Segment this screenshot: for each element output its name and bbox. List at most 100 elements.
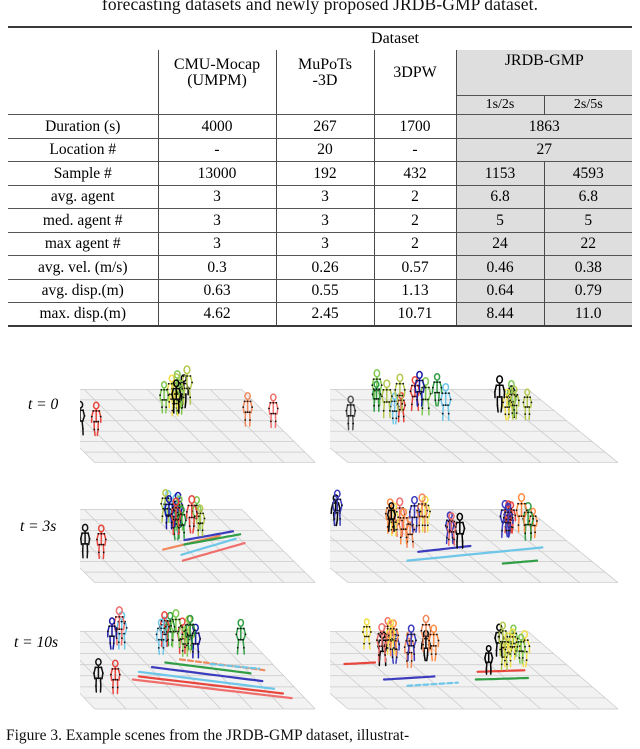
motion-trail — [343, 661, 377, 666]
row-label-4: med. agent # — [8, 208, 158, 232]
scene-svg — [80, 606, 316, 710]
figure-3-example-scenes: t = 0 t = 3s t = 10s — [0, 346, 640, 722]
group-header-dataset: Dataset — [158, 26, 633, 50]
row-label-7: avg. disp.(m) — [8, 278, 158, 303]
cell-jrdb-2s5s-7: 0.79 — [544, 278, 633, 303]
scene-svg — [330, 369, 619, 463]
time-label-t3s: t = 3s — [20, 518, 57, 535]
col-header-jrdb-gmp: JRDB-GMP — [456, 50, 633, 96]
cell-3dpw-1: - — [374, 137, 457, 162]
col-header-mupots-line2: -3D — [312, 71, 338, 89]
cell-cmu-6: 0.3 — [157, 255, 277, 279]
scene-svg — [330, 614, 619, 710]
table-row: Location # -20-27 — [8, 137, 633, 162]
cell-mupots-0: 267 — [276, 114, 375, 138]
col-header-cmu-mocap: CMU-Mocap (UMPM) — [157, 50, 277, 96]
col-header-cmu-line2: (UMPM) — [187, 71, 247, 89]
cell-mupots-8: 2.45 — [276, 302, 375, 327]
cell-cmu-4: 3 — [157, 208, 277, 232]
page-root: forecasting datasets and newly proposed … — [0, 0, 640, 749]
cell-jrdb-1s2s-2: 1153 — [456, 161, 545, 185]
cell-mupots-2: 192 — [276, 161, 375, 185]
table-column-header-row: CMU-Mocap (UMPM) MuPoTs -3D 3DPW JRDB-GM… — [8, 50, 633, 96]
col-header-mupots: MuPoTs -3D — [276, 50, 375, 96]
table-row: med. agent #3 3 2 5 5 — [8, 208, 633, 232]
time-label-t0: t = 0 — [28, 396, 59, 413]
cell-jrdb-2s5s-2: 4593 — [544, 161, 633, 185]
empty-corner-cell-2 — [8, 50, 158, 96]
cell-cmu-1: - — [157, 137, 277, 162]
cell-3dpw-6: 0.57 — [374, 255, 457, 279]
scene-svg — [80, 489, 316, 583]
table-group-header-row: Dataset — [8, 26, 633, 50]
row-label-2: Sample # — [8, 161, 158, 185]
scene-panel-t10s-left — [80, 594, 325, 719]
scene-panel-t10s-right — [330, 594, 630, 719]
cell-cmu-0: 4000 — [157, 114, 277, 138]
cell-jrdb-merged-1: 27 — [456, 137, 633, 162]
subheader-jrdb-1s2s: 1s/2s — [456, 95, 545, 115]
table-subheader-row: 1s/2s 2s/5s — [8, 95, 633, 115]
cell-jrdb-1s2s-5: 24 — [456, 231, 545, 256]
table-row: avg. agent 3 3 2 6.8 6.8 — [8, 184, 633, 209]
cell-cmu-8: 4.62 — [157, 302, 277, 327]
cell-jrdb-2s5s-8: 11.0 — [544, 302, 633, 327]
scene-panel-t0-right — [330, 354, 630, 472]
motion-trail — [476, 669, 526, 673]
col-header-3dpw: 3DPW — [374, 50, 457, 96]
cell-jrdb-2s5s-5: 22 — [544, 231, 633, 256]
cell-mupots-4: 3 — [276, 208, 375, 232]
cell-jrdb-2s5s-6: 0.38 — [544, 255, 633, 279]
cell-3dpw-8: 10.71 — [374, 302, 457, 327]
cell-3dpw-4: 2 — [374, 208, 457, 232]
cell-jrdb-1s2s-6: 0.46 — [456, 255, 545, 279]
cell-jrdb-2s5s-3: 6.8 — [544, 184, 633, 209]
row-label-8: max. disp.(m) — [8, 302, 158, 327]
time-label-t10s: t = 10s — [14, 634, 59, 651]
sub-empty-3dpw — [374, 95, 457, 115]
subheader-jrdb-2s5s: 2s/5s — [544, 95, 633, 115]
table-row: Sample #13000 192 432 1153 4593 — [8, 161, 633, 185]
row-label-1: Location # — [8, 137, 158, 162]
table-row: avg. vel. (m/s) 0.3 0.26 0.57 0.46 0.38 — [8, 255, 633, 279]
table-row: max. disp.(m) 4.62 2.45 10.71 8.44 11.0 — [8, 302, 633, 327]
scene-svg — [330, 489, 619, 583]
row-label-6: avg. vel. (m/s) — [8, 255, 158, 279]
cell-mupots-1: 20 — [276, 137, 375, 162]
row-label-0: Duration (s) — [8, 114, 158, 138]
cell-cmu-7: 0.63 — [157, 278, 277, 303]
scene-svg — [80, 365, 316, 463]
row-label-5: max agent # — [8, 231, 158, 256]
scene-panel-t0-left — [80, 354, 325, 472]
sub-empty-cmu — [157, 95, 277, 115]
dataset-statistics-table: Dataset CMU-Mocap (UMPM) MuPoTs -3D 3DPW… — [8, 26, 633, 327]
cell-mupots-3: 3 — [276, 184, 375, 209]
cell-cmu-5: 3 — [157, 231, 277, 256]
cell-3dpw-0: 1700 — [374, 114, 457, 138]
cell-mupots-6: 0.26 — [276, 255, 375, 279]
cell-jrdb-1s2s-4: 5 — [456, 208, 545, 232]
scene-panel-t3s-right — [330, 474, 630, 592]
empty-corner-cell — [8, 26, 158, 50]
cell-mupots-7: 0.55 — [276, 278, 375, 303]
top-body-text: forecasting datasets and newly proposed … — [101, 0, 539, 14]
cell-jrdb-1s2s-7: 0.64 — [456, 278, 545, 303]
table-row: max agent #3 3 2 24 22 — [8, 231, 633, 256]
cell-cmu-3: 3 — [157, 184, 277, 209]
cell-jrdb-2s5s-4: 5 — [544, 208, 633, 232]
cell-3dpw-5: 2 — [374, 231, 457, 256]
motion-trail — [474, 676, 530, 681]
cell-3dpw-7: 1.13 — [374, 278, 457, 303]
stats-table: Dataset CMU-Mocap (UMPM) MuPoTs -3D 3DPW… — [8, 26, 633, 327]
empty-corner-cell-3 — [8, 96, 158, 115]
cell-3dpw-2: 432 — [374, 161, 457, 185]
cell-mupots-5: 3 — [276, 231, 375, 256]
col-header-cmu-line1: CMU-Mocap — [173, 55, 261, 73]
cell-jrdb-merged-0: 1863 — [456, 114, 633, 138]
figure-caption: Figure 3. Example scenes from the JRDB-G… — [6, 727, 410, 744]
table-row: avg. disp.(m) 0.63 0.55 1.13 0.64 0.79 — [8, 278, 633, 303]
cell-3dpw-3: 2 — [374, 184, 457, 209]
cell-jrdb-1s2s-3: 6.8 — [456, 184, 545, 209]
cell-jrdb-1s2s-8: 8.44 — [456, 302, 545, 327]
cell-cmu-2: 13000 — [157, 161, 277, 185]
